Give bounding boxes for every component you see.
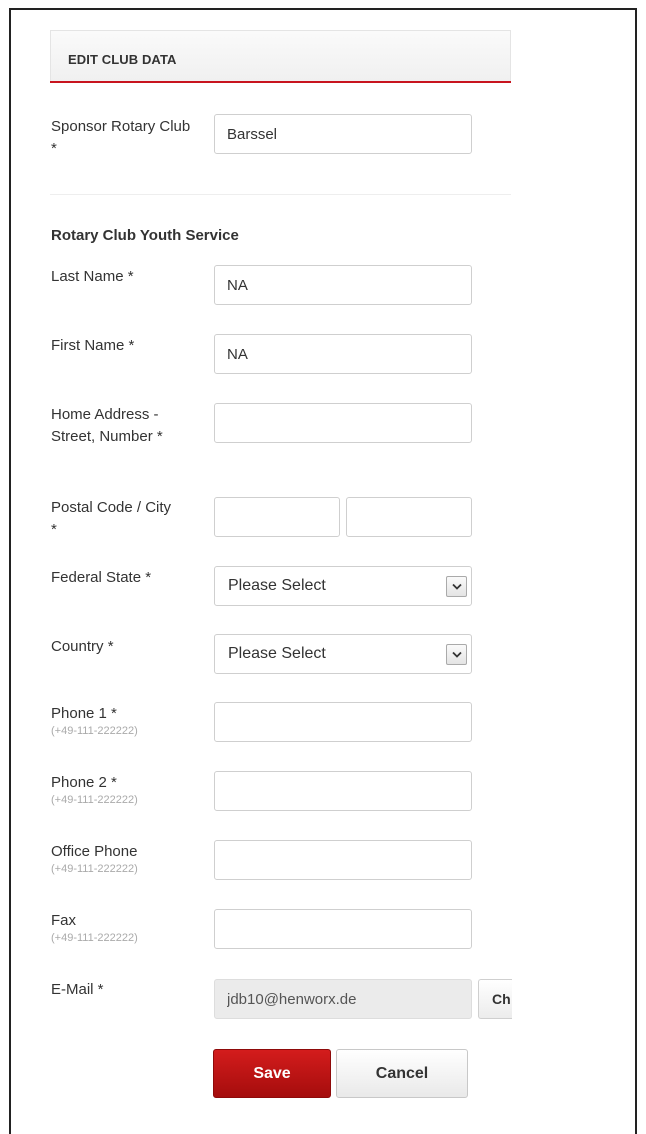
sponsor-club-field[interactable] (214, 114, 472, 154)
country-selected: Please Select (228, 645, 326, 662)
office-phone-hint: (+49-111-222222) (51, 863, 138, 875)
email-label: E-Mail * (51, 981, 104, 998)
chevron-down-icon[interactable] (446, 576, 467, 597)
postal-code-field[interactable] (214, 497, 340, 537)
fax-label-text: Fax (51, 912, 77, 929)
last-name-field[interactable] (214, 265, 472, 305)
home-address-field[interactable] (214, 403, 472, 443)
panel-title: EDIT CLUB DATA (68, 52, 177, 67)
home-address-label: Home Address - Street, Number * (51, 406, 163, 445)
country-label: Country * (51, 638, 114, 655)
phone2-field[interactable] (214, 771, 472, 811)
sponsor-club-label: Sponsor Rotary Club * (51, 118, 191, 157)
first-name-label: First Name * (51, 337, 135, 354)
federal-state-label: Federal State * (51, 569, 152, 586)
fax-field[interactable] (214, 909, 472, 949)
office-phone-label: Office Phone (+49-111-222222) (51, 841, 201, 876)
fax-label: Fax (+49-111-222222) (51, 910, 201, 945)
city-field[interactable] (346, 497, 472, 537)
phone2-label: Phone 2 * (+49-111-222222) (51, 772, 201, 807)
federal-state-select[interactable]: Please Select (214, 566, 472, 606)
phone2-hint: (+49-111-222222) (51, 794, 138, 806)
last-name-label: Last Name * (51, 268, 134, 285)
phone1-label: Phone 1 * (+49-111-222222) (51, 703, 201, 738)
change-email-button[interactable]: Ch (478, 979, 512, 1019)
postal-city-label: Postal Code / City * (51, 499, 172, 538)
email-field (214, 979, 472, 1019)
phone2-label-text: Phone 2 * (51, 774, 117, 791)
country-select[interactable]: Please Select (214, 634, 472, 674)
office-phone-field[interactable] (214, 840, 472, 880)
phone1-label-text: Phone 1 * (51, 705, 117, 722)
panel-header-accent-line (50, 81, 511, 83)
section-title: Rotary Club Youth Service (51, 227, 239, 244)
section-divider (50, 194, 511, 195)
federal-state-selected: Please Select (228, 577, 326, 594)
save-button[interactable]: Save (213, 1049, 331, 1098)
office-phone-label-text: Office Phone (51, 843, 138, 860)
chevron-down-icon[interactable] (446, 644, 467, 665)
cancel-button[interactable]: Cancel (336, 1049, 468, 1098)
fax-hint: (+49-111-222222) (51, 932, 138, 944)
first-name-field[interactable] (214, 334, 472, 374)
phone1-hint: (+49-111-222222) (51, 725, 138, 737)
phone1-field[interactable] (214, 702, 472, 742)
